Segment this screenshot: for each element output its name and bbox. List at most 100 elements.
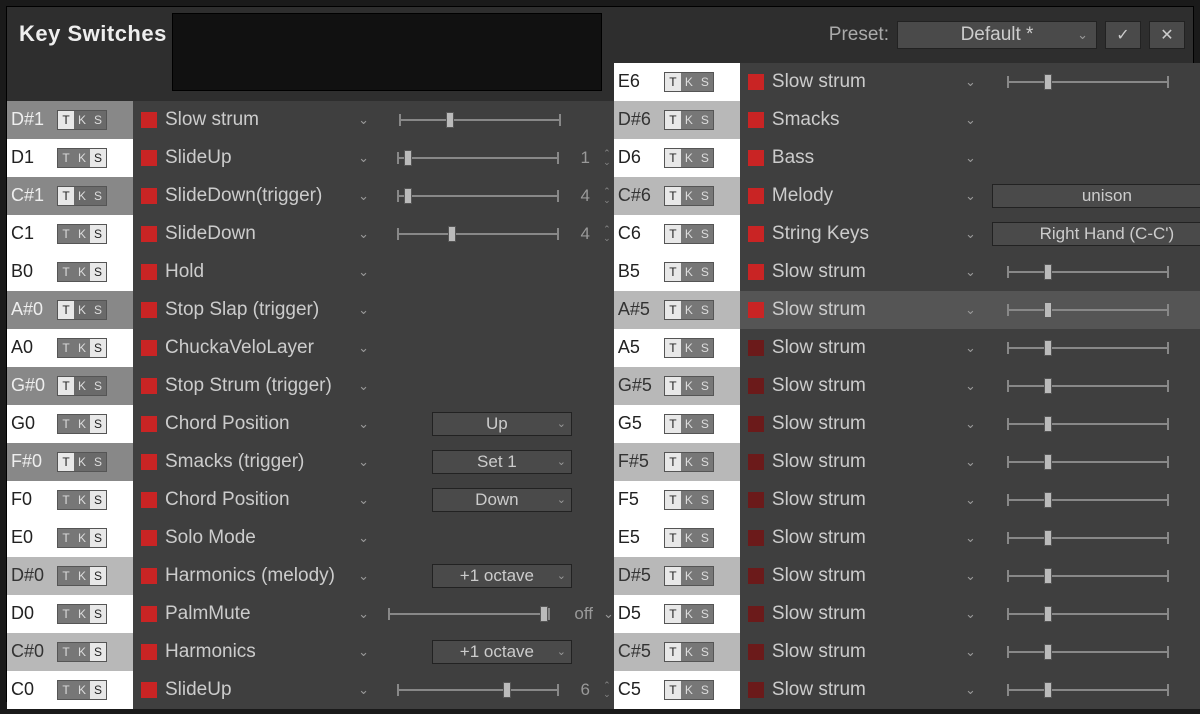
key-cell[interactable]: D6TKS <box>614 139 740 177</box>
key-cell[interactable]: A0TKS <box>7 329 133 367</box>
tks-toggle[interactable]: TKS <box>57 452 107 472</box>
key-cell[interactable]: C5TKS <box>614 671 740 709</box>
value-slider[interactable] <box>1004 569 1172 583</box>
enable-indicator[interactable] <box>141 606 157 622</box>
tks-t[interactable]: T <box>665 149 681 167</box>
enable-indicator[interactable] <box>748 606 764 622</box>
tks-toggle[interactable]: TKS <box>57 528 107 548</box>
value-slider[interactable] <box>1004 455 1172 469</box>
spinner[interactable]: ⌃⌄ <box>600 187 614 205</box>
tks-s[interactable]: S <box>90 225 106 243</box>
enable-indicator[interactable] <box>748 416 764 432</box>
tks-toggle[interactable]: TKS <box>57 414 107 434</box>
articulation-dropdown[interactable]: ⌄ <box>965 644 976 660</box>
key-cell[interactable]: C1TKS <box>7 215 133 253</box>
key-cell[interactable]: E5TKS <box>614 519 740 557</box>
enable-indicator[interactable] <box>141 340 157 356</box>
tks-toggle[interactable]: TKS <box>57 680 107 700</box>
articulation-dropdown[interactable]: ⌄ <box>965 112 976 128</box>
tks-s[interactable]: S <box>697 415 713 433</box>
articulation-dropdown[interactable]: ⌄ <box>358 606 369 622</box>
tks-t[interactable]: T <box>58 529 74 547</box>
tks-k[interactable]: K <box>681 453 697 471</box>
tks-k[interactable]: K <box>681 149 697 167</box>
enable-indicator[interactable] <box>141 530 157 546</box>
articulation-dropdown[interactable]: ⌄ <box>358 378 369 394</box>
enable-indicator[interactable] <box>748 264 764 280</box>
spinner[interactable]: ⌃⌄ <box>600 225 614 243</box>
enable-indicator[interactable] <box>748 378 764 394</box>
tks-toggle[interactable]: TKS <box>664 642 714 662</box>
tks-t[interactable]: T <box>58 643 74 661</box>
enable-indicator[interactable] <box>748 340 764 356</box>
key-cell[interactable]: F5TKS <box>614 481 740 519</box>
tks-t[interactable]: T <box>665 415 681 433</box>
tks-s[interactable]: S <box>90 263 106 281</box>
tks-t[interactable]: T <box>665 681 681 699</box>
tks-t[interactable]: T <box>58 149 74 167</box>
value-slider[interactable] <box>1004 683 1172 697</box>
tks-s[interactable]: S <box>697 491 713 509</box>
articulation-dropdown[interactable]: ⌄ <box>358 568 369 584</box>
tks-k[interactable]: K <box>74 415 90 433</box>
tks-toggle[interactable]: TKS <box>664 224 714 244</box>
tks-toggle[interactable]: TKS <box>57 338 107 358</box>
tks-toggle[interactable]: TKS <box>664 490 714 510</box>
articulation-dropdown[interactable]: ⌄ <box>965 606 976 622</box>
key-cell[interactable]: A#5TKS <box>614 291 740 329</box>
tks-toggle[interactable]: TKS <box>57 224 107 244</box>
tks-k[interactable]: K <box>681 111 697 129</box>
tks-k[interactable]: K <box>681 339 697 357</box>
tks-s[interactable]: S <box>697 643 713 661</box>
enable-indicator[interactable] <box>141 454 157 470</box>
key-cell[interactable]: G0TKS <box>7 405 133 443</box>
tks-t[interactable]: T <box>665 225 681 243</box>
key-cell[interactable]: B0TKS <box>7 253 133 291</box>
tks-t[interactable]: T <box>58 263 74 281</box>
tks-toggle[interactable]: TKS <box>664 528 714 548</box>
spinner-down[interactable]: ⌄ <box>600 234 614 243</box>
value-slider[interactable] <box>394 189 562 203</box>
key-cell[interactable]: C#0TKS <box>7 633 133 671</box>
articulation-dropdown[interactable]: ⌄ <box>358 150 369 166</box>
enable-indicator[interactable] <box>141 264 157 280</box>
tks-s[interactable]: S <box>90 643 106 661</box>
tks-s[interactable]: S <box>90 567 106 585</box>
tks-t[interactable]: T <box>665 339 681 357</box>
articulation-dropdown[interactable]: ⌄ <box>965 150 976 166</box>
tks-t[interactable]: T <box>58 453 74 471</box>
key-cell[interactable]: G#5TKS <box>614 367 740 405</box>
tks-t[interactable]: T <box>58 187 74 205</box>
tks-toggle[interactable]: TKS <box>664 680 714 700</box>
tks-toggle[interactable]: TKS <box>57 262 107 282</box>
key-cell[interactable]: E6TKS <box>614 63 740 101</box>
tks-s[interactable]: S <box>697 111 713 129</box>
tks-s[interactable]: S <box>697 301 713 319</box>
articulation-dropdown[interactable]: ⌄ <box>965 340 976 356</box>
tks-k[interactable]: K <box>681 681 697 699</box>
tks-k[interactable]: K <box>74 111 90 129</box>
articulation-dropdown[interactable]: ⌄ <box>358 340 369 356</box>
tks-k[interactable]: K <box>681 377 697 395</box>
key-cell[interactable]: D5TKS <box>614 595 740 633</box>
tks-s[interactable]: S <box>90 681 106 699</box>
value-slider[interactable] <box>1004 303 1172 317</box>
tks-t[interactable]: T <box>58 301 74 319</box>
articulation-dropdown[interactable]: ⌄ <box>358 644 369 660</box>
value-slider[interactable] <box>1004 645 1172 659</box>
tks-t[interactable]: T <box>665 643 681 661</box>
tks-toggle[interactable]: TKS <box>664 604 714 624</box>
enable-indicator[interactable] <box>748 302 764 318</box>
articulation-dropdown[interactable]: ⌄ <box>358 188 369 204</box>
value-slider[interactable] <box>1004 417 1172 431</box>
enable-indicator[interactable] <box>141 302 157 318</box>
tks-s[interactable]: S <box>697 377 713 395</box>
key-cell[interactable]: C6TKS <box>614 215 740 253</box>
tks-toggle[interactable]: TKS <box>57 186 107 206</box>
tks-s[interactable]: S <box>90 415 106 433</box>
articulation-dropdown[interactable]: ⌄ <box>965 264 976 280</box>
tks-k[interactable]: K <box>681 491 697 509</box>
tks-toggle[interactable]: TKS <box>57 642 107 662</box>
tks-toggle[interactable]: TKS <box>57 566 107 586</box>
tks-k[interactable]: K <box>681 605 697 623</box>
